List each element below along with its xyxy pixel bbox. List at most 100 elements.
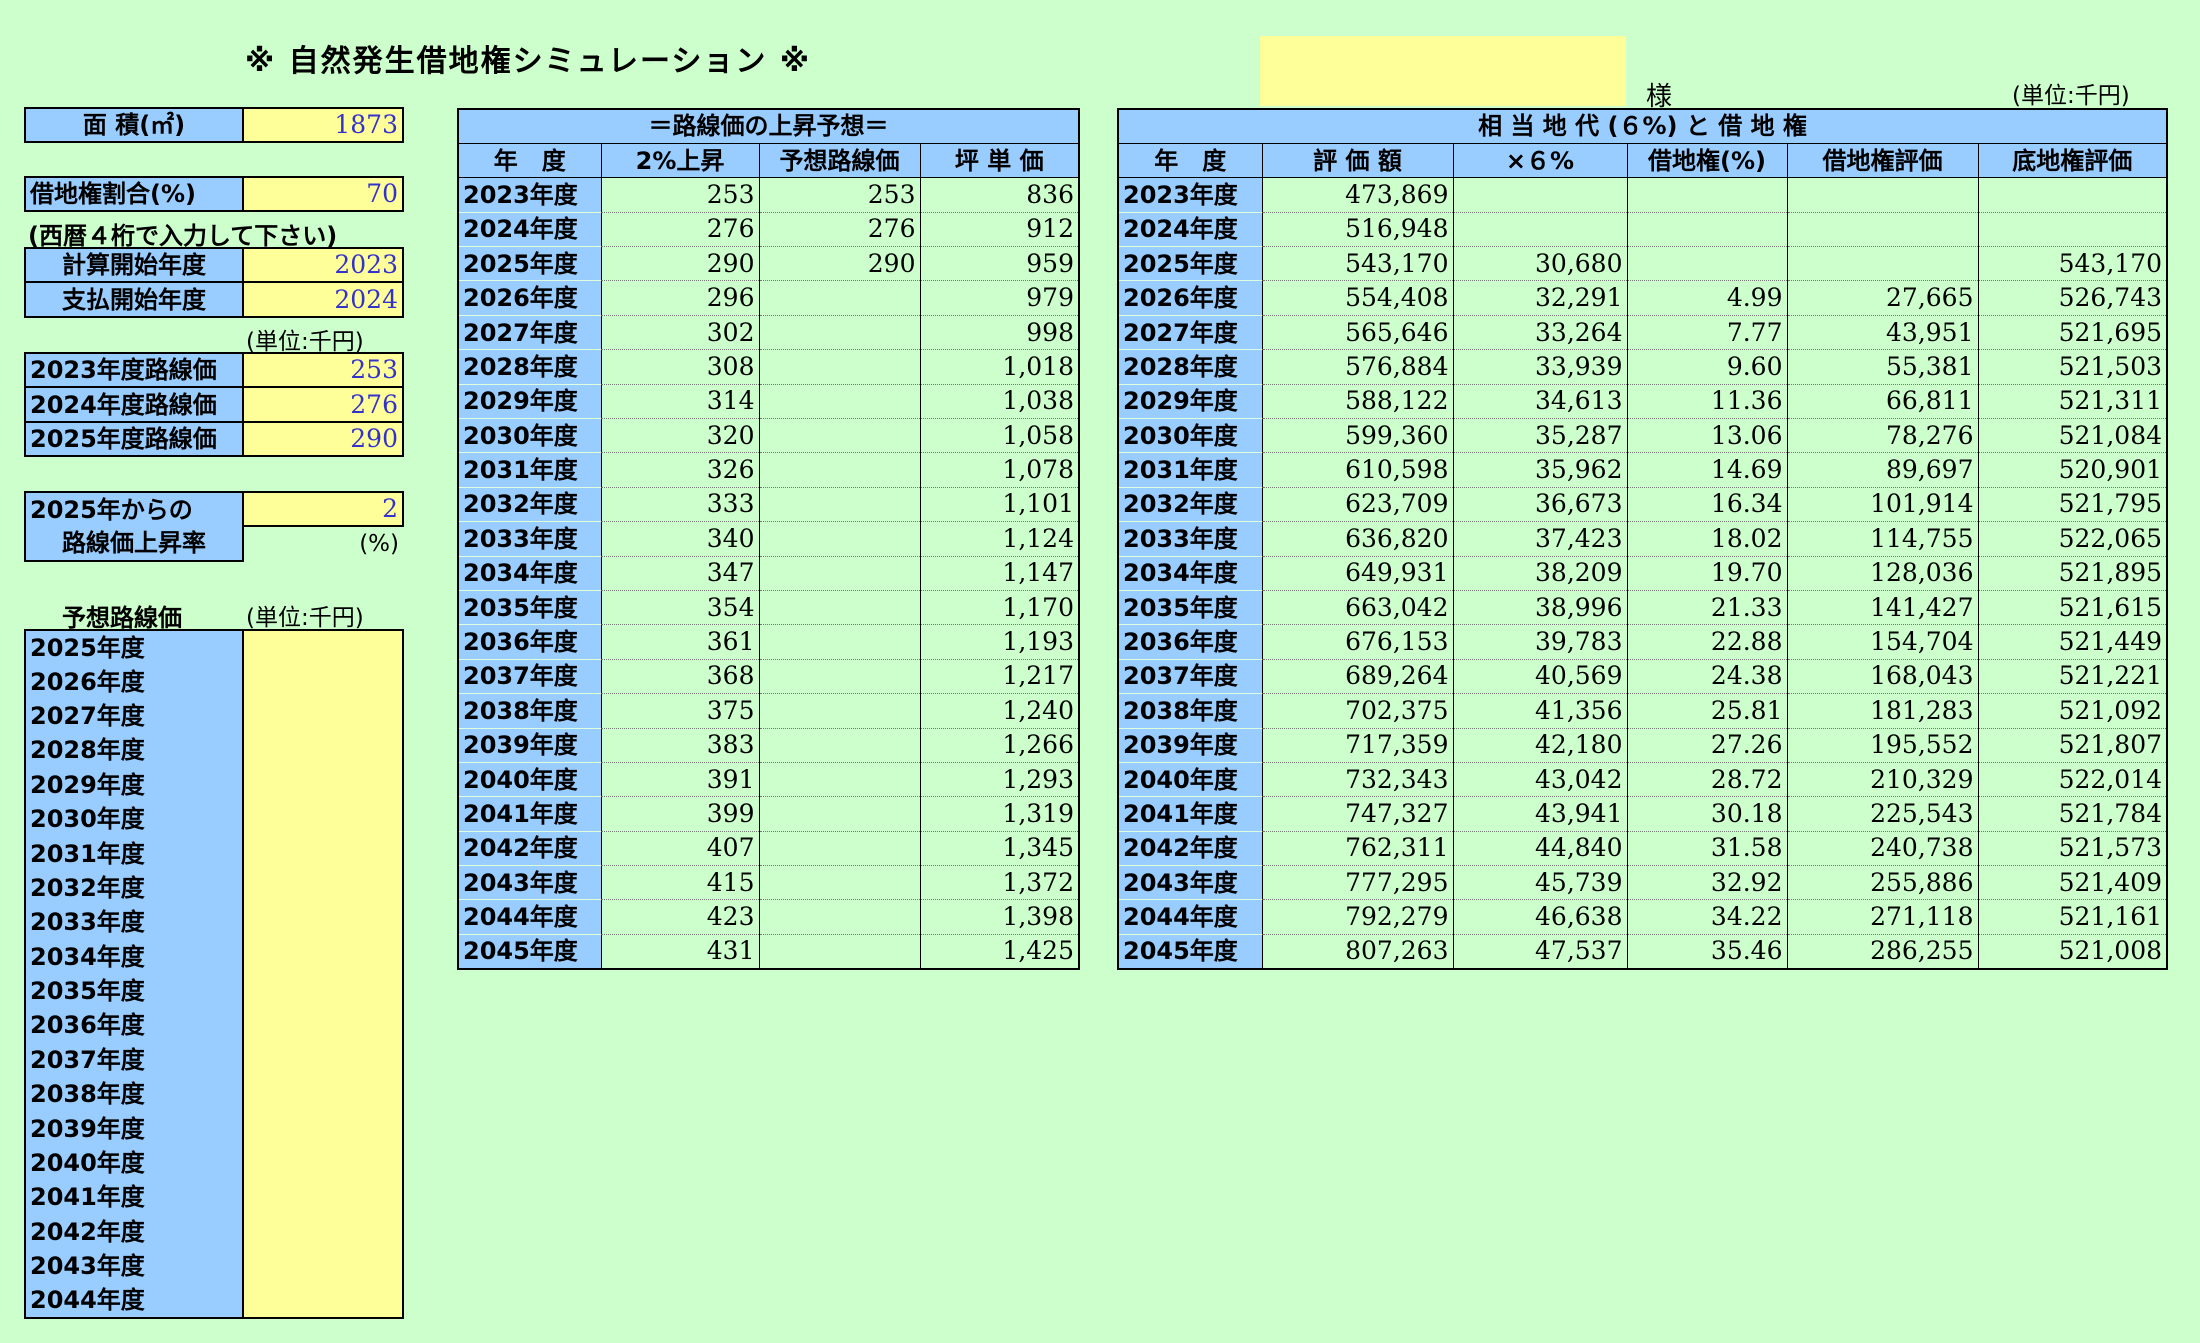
right-six-percent-cell (1452, 212, 1627, 248)
mid-rise-cell: 320 (600, 418, 759, 454)
mid-year-cell: 2030年度 (457, 418, 602, 454)
forecast-year-label: 2033年度 (25, 905, 244, 940)
right-year-cell: 2033年度 (1117, 521, 1263, 557)
forecast-value-input[interactable] (243, 939, 403, 974)
forecast-year-label: 2039年度 (25, 1111, 244, 1146)
mid-rise-cell: 314 (600, 384, 759, 420)
right-six-percent-cell: 41,356 (1452, 693, 1627, 729)
mid-forecast-cell (758, 659, 920, 695)
table-row: 2043年度 415 1,372 (457, 865, 1079, 901)
right-land-cell: 521,807 (1977, 728, 2168, 763)
road-price-2024-label: 2024年度路線価 (24, 386, 244, 423)
forecast-row: 2036年度 (25, 1008, 403, 1043)
mid-tsubo-cell: 836 (919, 177, 1079, 213)
road-price-2024-input[interactable]: 276 (242, 386, 404, 423)
mid-rise-cell: 391 (600, 762, 759, 798)
forecast-value-input[interactable] (243, 801, 403, 837)
right-land-cell: 520,901 (1977, 452, 2168, 488)
forecast-value-input[interactable] (243, 630, 403, 665)
forecast-value-input[interactable] (243, 1249, 403, 1284)
forecast-value-input[interactable] (243, 1145, 403, 1181)
mid-forecast-cell (758, 899, 920, 935)
road-price-2023-input[interactable]: 253 (242, 351, 404, 389)
mid-header-year: 年 度 (457, 142, 602, 179)
table-row: 2034年度 347 1,147 (457, 556, 1079, 591)
right-land-cell: 521,084 (1977, 418, 2168, 454)
mid-rise-cell: 340 (600, 521, 759, 557)
forecast-value-input[interactable] (243, 836, 403, 871)
pay-start-input[interactable]: 2024 (242, 281, 404, 318)
right-value-cell: 623,709 (1261, 487, 1453, 523)
table-row: 2033年度 636,820 37,423 18.02 114,755 522,065 (1117, 521, 2168, 557)
right-six-percent-cell: 30,680 (1452, 246, 1627, 282)
forecast-value-input[interactable] (243, 1180, 403, 1215)
right-leasehold-cell (1786, 246, 1978, 282)
mid-header-rise: 2%上昇 (600, 142, 760, 179)
forecast-value-input[interactable] (243, 1042, 403, 1078)
forecast-row: 2029年度 (25, 767, 403, 802)
area-input[interactable]: 1873 (242, 106, 404, 144)
page-title: ※ 自然発生借地権シミュレーション ※ (245, 44, 812, 79)
right-value-cell: 636,820 (1261, 521, 1453, 557)
forecast-value-input[interactable] (243, 698, 403, 734)
forecast-value-input[interactable] (243, 973, 403, 1009)
right-ratio-cell: 4.99 (1626, 280, 1787, 316)
client-name-input[interactable] (1260, 36, 1626, 106)
right-year-cell: 2030年度 (1117, 418, 1263, 454)
forecast-value-input[interactable] (243, 1077, 403, 1112)
right-year-cell: 2034年度 (1117, 556, 1263, 591)
calc-start-input[interactable]: 2023 (242, 246, 404, 284)
mid-rise-cell: 326 (600, 452, 759, 488)
rise-rate-input[interactable]: 2 (242, 490, 404, 528)
mid-year-cell: 2043年度 (457, 865, 602, 901)
forecast-value-input[interactable] (243, 1008, 403, 1043)
mid-rise-cell: 361 (600, 624, 759, 660)
mid-forecast-cell (758, 693, 920, 729)
forecast-value-input[interactable] (243, 1214, 403, 1250)
forecast-value-input[interactable] (243, 767, 403, 802)
right-land-cell: 521,615 (1977, 590, 2168, 626)
forecast-value-input[interactable] (243, 733, 403, 768)
forecast-row: 2034年度 (25, 939, 403, 974)
mid-tsubo-cell: 1,240 (919, 693, 1079, 729)
table-row: 2035年度 663,042 38,996 21.33 141,427 521,615 (1117, 590, 2168, 626)
forecast-row: 2033年度 (25, 905, 403, 940)
table-row: 2039年度 717,359 42,180 27.26 195,552 521,807 (1117, 728, 2168, 763)
forecast-year-label: 2034年度 (25, 939, 244, 974)
mid-tsubo-cell: 1,147 (919, 556, 1079, 591)
unit-label-left: (単位:千円) (246, 329, 364, 355)
forecast-row: 2031年度 (25, 836, 403, 871)
right-land-cell: 526,743 (1977, 280, 2168, 316)
right-value-cell: 747,327 (1261, 796, 1453, 832)
mid-rise-cell: 302 (600, 315, 759, 351)
forecast-value-input[interactable] (243, 870, 403, 906)
forecast-value-input[interactable] (243, 1111, 403, 1146)
mid-rise-cell: 296 (600, 280, 759, 316)
forecast-year-label: 2041年度 (25, 1180, 244, 1215)
right-ratio-cell: 24.38 (1626, 659, 1787, 695)
right-value-cell: 516,948 (1261, 212, 1453, 248)
forecast-value-input[interactable] (243, 1283, 403, 1318)
table-row: 2023年度 473,869 (1117, 177, 2168, 213)
right-value-cell: 554,408 (1261, 280, 1453, 316)
right-value-cell: 676,153 (1261, 624, 1453, 660)
table-row: 2033年度 340 1,124 (457, 521, 1079, 557)
ratio-input[interactable]: 70 (242, 175, 404, 213)
forecast-row: 2044年度 (25, 1283, 403, 1318)
area-table: 面 積(㎡) 1873 (24, 106, 404, 144)
road-price-2025-input[interactable]: 290 (242, 420, 404, 458)
right-leasehold-cell (1786, 212, 1978, 248)
right-year-cell: 2027年度 (1117, 315, 1263, 351)
table-row: 2025年度 543,170 30,680 543,170 (1117, 246, 2168, 282)
table-row: 2037年度 689,264 40,569 24.38 168,043 521,221 (1117, 659, 2168, 695)
forecast-value-input[interactable] (243, 905, 403, 940)
right-ratio-cell: 16.34 (1626, 487, 1787, 523)
forecast-row: 2032年度 (25, 870, 403, 906)
table-row: 2024年度 276 276 912 (457, 212, 1079, 248)
right-value-cell: 543,170 (1261, 246, 1453, 282)
right-six-percent-cell (1452, 177, 1627, 213)
forecast-value-input[interactable] (243, 664, 403, 699)
mid-year-cell: 2026年度 (457, 280, 602, 316)
right-six-percent-cell: 33,264 (1452, 315, 1627, 351)
right-ratio-cell: 21.33 (1626, 590, 1787, 626)
